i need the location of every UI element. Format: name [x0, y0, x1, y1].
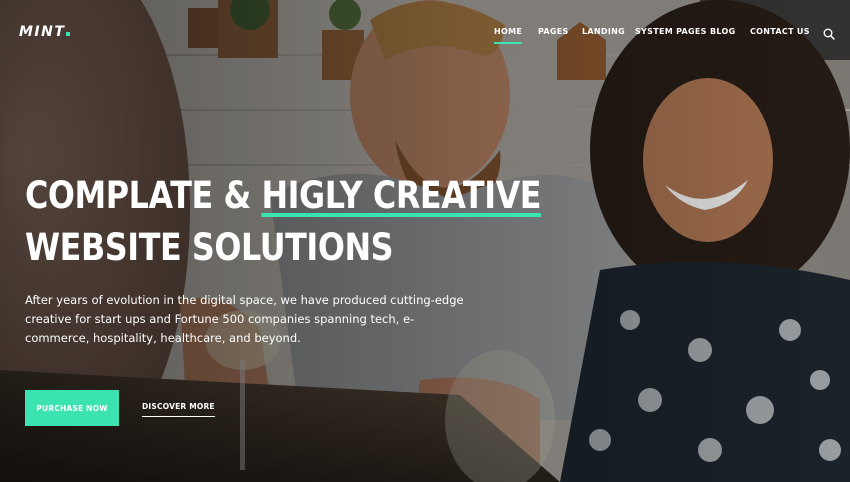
- site-header: MINT HOME PAGES LANDING SYSTEM PAGES BLO…: [0, 0, 850, 64]
- headline-line1-text: COMPLATE &: [25, 174, 262, 217]
- search-icon[interactable]: [823, 27, 835, 40]
- nav-item-blog[interactable]: BLOG: [710, 27, 735, 36]
- nav-item-pages[interactable]: PAGES: [538, 27, 569, 36]
- nav-item-contact-us[interactable]: CONTACT US: [750, 27, 810, 36]
- logo-text: MINT: [19, 24, 66, 40]
- purchase-now-button[interactable]: PURCHASE NOW: [25, 390, 119, 426]
- nav-item-landing[interactable]: LANDING: [582, 27, 625, 36]
- logo-accent-dot: [66, 32, 71, 36]
- nav-item-home[interactable]: HOME: [494, 27, 523, 44]
- headline-highlight: HIGLY CREATIVE: [261, 170, 542, 222]
- headline-line2-text: WEBSITE SOLUTIONS: [25, 226, 394, 269]
- nav-item-system-pages[interactable]: SYSTEM PAGES: [635, 27, 707, 36]
- discover-more-link[interactable]: DISCOVER MORE: [142, 402, 215, 417]
- hero-headline: COMPLATE & HIGLY CREATIVE WEBSITE SOLUTI…: [25, 170, 542, 274]
- site-logo[interactable]: MINT: [19, 24, 71, 40]
- hero-description: After years of evolution in the digital …: [25, 293, 464, 345]
- headline-highlight-text: HIGLY CREATIVE: [261, 174, 542, 217]
